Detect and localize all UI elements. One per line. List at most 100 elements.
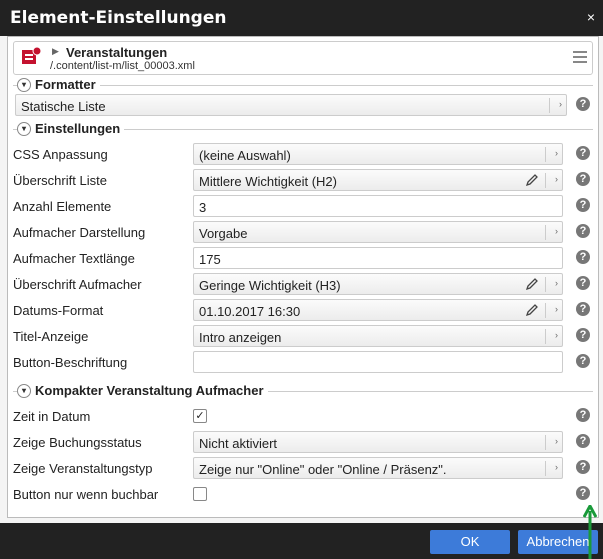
dropdown-arrow-icon: › bbox=[555, 174, 558, 184]
dialog-footer: OK Abbrechen bbox=[0, 523, 603, 559]
row-aufmacher-darstellung: Aufmacher Darstellung Vorgabe › ? bbox=[13, 221, 593, 243]
close-icon[interactable]: × bbox=[587, 9, 595, 25]
date-format-select[interactable]: 01.10.2017 16:30 › bbox=[193, 299, 563, 321]
settings-legend: ▾ Einstellungen bbox=[17, 121, 125, 136]
compact-group: ▾ Kompakter Veranstaltung Aufmacher Zeit… bbox=[13, 383, 593, 512]
dropdown-arrow-icon: › bbox=[555, 278, 558, 288]
field-value: Mittlere Wichtigkeit (H2) bbox=[199, 174, 337, 189]
resource-title: Veranstaltungen bbox=[66, 45, 168, 60]
help-icon[interactable]: ? bbox=[576, 172, 590, 186]
help-icon[interactable]: ? bbox=[576, 250, 590, 264]
field-value: 01.10.2017 16:30 bbox=[199, 304, 301, 319]
row-zeige-buchungsstatus: Zeige Buchungsstatus Nicht aktiviert › ? bbox=[13, 431, 593, 453]
field-value: Geringe Wichtigkeit (H3) bbox=[199, 278, 341, 293]
field-label: Überschrift Aufmacher bbox=[13, 277, 142, 292]
formatter-group: ▾ Formatter Statische Liste › ? bbox=[13, 77, 593, 122]
row-zeit-in-datum: Zeit in Datum ✓ ? bbox=[13, 405, 593, 427]
row-aufmacher-textlaenge: Aufmacher Textlänge 175 ? bbox=[13, 247, 593, 269]
collapse-toggle-icon[interactable]: ▾ bbox=[17, 383, 31, 398]
field-label: Zeit in Datum bbox=[13, 409, 91, 424]
row-datums-format: Datums-Format 01.10.2017 16:30 › ? bbox=[13, 299, 593, 321]
help-icon[interactable]: ? bbox=[576, 460, 590, 474]
collapse-toggle-icon[interactable]: ▾ bbox=[17, 77, 31, 92]
count-input[interactable]: 3 bbox=[193, 195, 563, 217]
formatter-legend-label: Formatter bbox=[35, 77, 96, 92]
button-label-input[interactable] bbox=[193, 351, 563, 373]
formatter-legend: ▾ Formatter bbox=[17, 77, 100, 92]
teaser-length-input[interactable]: 175 bbox=[193, 247, 563, 269]
field-value: Zeige nur "Online" oder "Online / Präsen… bbox=[199, 462, 447, 477]
row-zeige-veranstaltungstyp: Zeige Veranstaltungstyp Zeige nur "Onlin… bbox=[13, 457, 593, 479]
formatter-value: Statische Liste bbox=[21, 99, 106, 114]
field-value: (keine Auswahl) bbox=[199, 148, 291, 163]
help-icon[interactable]: ? bbox=[576, 276, 590, 290]
teaser-heading-select[interactable]: Geringe Wichtigkeit (H3) › bbox=[193, 273, 563, 295]
heading-list-select[interactable]: Mittlere Wichtigkeit (H2) › bbox=[193, 169, 563, 191]
event-type-select[interactable]: Zeige nur "Online" oder "Online / Präsen… bbox=[193, 457, 563, 479]
dropdown-arrow-icon: › bbox=[555, 304, 558, 314]
pencil-icon[interactable] bbox=[524, 276, 540, 292]
css-select[interactable]: (keine Auswahl) › bbox=[193, 143, 563, 165]
field-value: 3 bbox=[199, 200, 207, 215]
resource-box: ▶ Veranstaltungen /.content/list-m/list_… bbox=[13, 41, 593, 75]
field-label: Überschrift Liste bbox=[13, 173, 107, 188]
booking-status-select[interactable]: Nicht aktiviert › bbox=[193, 431, 563, 453]
help-icon[interactable]: ? bbox=[576, 146, 590, 160]
help-icon[interactable]: ? bbox=[576, 354, 590, 368]
row-titel-anzeige: Titel-Anzeige Intro anzeigen › ? bbox=[13, 325, 593, 347]
time-in-date-checkbox[interactable]: ✓ bbox=[193, 409, 207, 423]
row-ueberschrift-aufmacher: Überschrift Aufmacher Geringe Wichtigkei… bbox=[13, 273, 593, 295]
help-icon[interactable]: ? bbox=[576, 97, 590, 111]
menu-icon[interactable] bbox=[573, 51, 587, 63]
collapse-toggle-icon[interactable]: ▾ bbox=[17, 121, 31, 136]
help-icon[interactable]: ? bbox=[576, 328, 590, 342]
row-ueberschrift-liste: Überschrift Liste Mittlere Wichtigkeit (… bbox=[13, 169, 593, 191]
ok-button[interactable]: OK bbox=[430, 530, 510, 554]
help-icon[interactable]: ? bbox=[576, 224, 590, 238]
field-label: Datums-Format bbox=[13, 303, 104, 318]
dropdown-arrow-icon: › bbox=[555, 462, 558, 472]
row-anzahl-elemente: Anzahl Elemente 3 ? bbox=[13, 195, 593, 217]
dropdown-arrow-icon: › bbox=[555, 148, 558, 158]
dropdown-arrow-icon: › bbox=[555, 226, 558, 236]
help-icon[interactable]: ? bbox=[576, 302, 590, 316]
field-label: Anzahl Elemente bbox=[13, 199, 112, 214]
help-icon[interactable]: ? bbox=[576, 434, 590, 448]
formatter-select[interactable]: Statische Liste › bbox=[15, 94, 567, 116]
bookable-only-checkbox[interactable] bbox=[193, 487, 207, 501]
pencil-icon[interactable] bbox=[524, 302, 540, 318]
dialog-titlebar: Element-Einstellungen × bbox=[0, 0, 603, 36]
dialog-title: Element-Einstellungen bbox=[10, 8, 227, 28]
row-css-anpassung: CSS Anpassung (keine Auswahl) › ? bbox=[13, 143, 593, 165]
list-resource-icon bbox=[22, 46, 42, 64]
help-icon[interactable]: ? bbox=[576, 408, 590, 422]
field-value: Vorgabe bbox=[199, 226, 248, 241]
field-label: Button nur wenn buchbar bbox=[13, 487, 159, 502]
field-label: Button-Beschriftung bbox=[13, 355, 128, 370]
green-arrow-annotation-icon bbox=[583, 505, 597, 559]
teaser-display-select[interactable]: Vorgabe › bbox=[193, 221, 563, 243]
field-label: Zeige Buchungsstatus bbox=[13, 435, 142, 450]
row-button-beschriftung: Button-Beschriftung ? bbox=[13, 351, 593, 373]
expand-arrow-icon[interactable]: ▶ bbox=[52, 46, 59, 57]
help-icon[interactable]: ? bbox=[576, 486, 590, 500]
field-label: Aufmacher Darstellung bbox=[13, 225, 146, 240]
field-value: Intro anzeigen bbox=[199, 330, 282, 345]
formatter-row: Statische Liste › ? bbox=[13, 94, 593, 116]
field-value: Nicht aktiviert bbox=[199, 436, 278, 451]
resource-path: /.content/list-m/list_00003.xml bbox=[50, 60, 195, 72]
field-label: Zeige Veranstaltungstyp bbox=[13, 461, 153, 476]
field-label: Titel-Anzeige bbox=[13, 329, 89, 344]
row-button-nur-wenn-buchbar: Button nur wenn buchbar ? bbox=[13, 483, 593, 505]
pencil-icon[interactable] bbox=[524, 172, 540, 188]
settings-group: ▾ Einstellungen CSS Anpassung (keine Aus… bbox=[13, 121, 593, 385]
dropdown-arrow-icon: › bbox=[559, 99, 562, 109]
compact-legend-label: Kompakter Veranstaltung Aufmacher bbox=[35, 383, 264, 398]
compact-legend: ▾ Kompakter Veranstaltung Aufmacher bbox=[17, 383, 268, 398]
help-icon[interactable]: ? bbox=[576, 198, 590, 212]
field-label: Aufmacher Textlänge bbox=[13, 251, 135, 266]
dropdown-arrow-icon: › bbox=[555, 330, 558, 340]
field-value: 175 bbox=[199, 252, 221, 267]
settings-panel: ▶ Veranstaltungen /.content/list-m/list_… bbox=[7, 36, 599, 518]
title-display-select[interactable]: Intro anzeigen › bbox=[193, 325, 563, 347]
